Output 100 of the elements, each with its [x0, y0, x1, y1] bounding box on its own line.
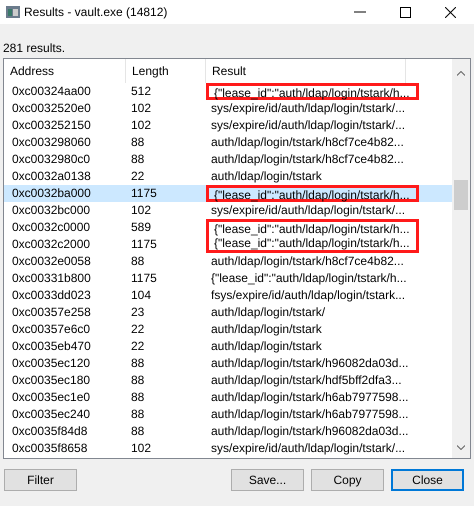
table-cell-text: 0xc003252150: [11, 117, 92, 134]
close-icon[interactable]: [445, 6, 456, 18]
table-cell-text: 0xc00357e6c0: [11, 321, 92, 338]
results-count: 281 results.: [2, 40, 66, 57]
column-header[interactable]: Length: [126, 59, 206, 83]
table-cell-text: auth/ldap/login/tstark/h96082da03d...: [210, 355, 410, 372]
table-cell-text: 0xc0035ec120: [11, 355, 92, 372]
table-cell-text: auth/ldap/login/tstark/hdf5bff2dfa3...: [210, 372, 403, 389]
dialog-button[interactable]: Copy: [311, 469, 384, 491]
highlighted-cell: {"lease_id":"auth/ldap/login/tstark/h...: [206, 185, 419, 202]
scrollbar-thumb[interactable]: [454, 180, 468, 210]
table-row[interactable]: 0xc0032c2000 1175 {"lease_id":"auth/ldap/login/tstark/h...: [4, 236, 452, 253]
table-cell-text: 0xc0035f8658: [11, 440, 88, 457]
table-row[interactable]: 0xc0032980c0 88 auth/ldap/login/tstark/h8cf7ce4b82...: [4, 151, 452, 168]
dialog-button[interactable]: Close: [391, 469, 464, 491]
table-row[interactable]: 0xc0032bc000 102 sys/expire/id/auth/ldap/login/tstark/...: [4, 202, 452, 219]
table-cell-text: 22: [130, 338, 146, 355]
table-row[interactable]: 0xc0035f84d8 88 auth/ldap/login/tstark/h96082da03d...: [4, 423, 452, 440]
table-row[interactable]: 0xc0035eb470 22 auth/ldap/login/tstark: [4, 338, 452, 355]
table-cell-text: fsys/expire/id/auth/ldap/login/tstark...: [210, 287, 406, 304]
table-row[interactable]: 0xc0035ec240 88 auth/ldap/login/tstark/h6ab7977598...: [4, 406, 452, 423]
dialog-button[interactable]: Filter: [4, 469, 77, 491]
table-cell-text: 0xc0032c0000: [11, 219, 92, 236]
table-cell-text: 0xc0035ec180: [11, 372, 92, 389]
table-cell-text: 0xc003298060: [11, 134, 92, 151]
table-cell-text: sys/expire/id/auth/ldap/login/tstark/...: [210, 202, 406, 219]
table-cell-text: 0xc0032980c0: [11, 151, 92, 168]
table-cell-text: 0xc0032e0058: [11, 253, 92, 270]
table-cell-text: auth/ldap/login/tstark/: [210, 304, 326, 321]
table-row[interactable]: 0xc0032ba000 1175 {"lease_id":"auth/ldap/login/tstark/h...: [4, 185, 452, 202]
table-cell-text: auth/ldap/login/tstark/h8cf7ce4b82...: [210, 134, 405, 151]
maximize-icon[interactable]: [400, 6, 411, 18]
scroll-up-icon[interactable]: [457, 71, 465, 76]
table-cell-text: 0xc00324aa00: [11, 83, 92, 100]
table-cell-text: 104: [130, 287, 152, 304]
table-cell-text: 1175: [130, 236, 158, 253]
table-row[interactable]: 0xc00357e258 23 auth/ldap/login/tstark/: [4, 304, 452, 321]
table-cell-text: 0xc0032a0138: [11, 168, 92, 185]
table-cell-text: 22: [130, 321, 146, 338]
table-cell-text: auth/ldap/login/tstark/h6ab7977598...: [210, 389, 410, 406]
table-row[interactable]: 0xc0035ec180 88 auth/ldap/login/tstark/hdf5bff2dfa3...: [4, 372, 452, 389]
table-row[interactable]: 0xc00324aa00 512 {"lease_id":"auth/ldap/login/tstark/h...: [4, 83, 452, 100]
table-row[interactable]: 0xc003298060 88 auth/ldap/login/tstark/h8cf7ce4b82...: [4, 134, 452, 151]
table-row[interactable]: 0xc0032a0138 22 auth/ldap/login/tstark: [4, 168, 452, 185]
scrollbar[interactable]: [452, 59, 470, 458]
table-cell-text: 102: [130, 100, 152, 117]
table-cell-text: 102: [130, 202, 152, 219]
table-row[interactable]: 0xc0035f8658 102 sys/expire/id/auth/ldap/login/tstark/...: [4, 440, 452, 457]
highlighted-cell: {"lease_id":"auth/ldap/login/tstark/h...: [206, 219, 419, 236]
table-cell-text: 1175: [130, 270, 158, 287]
table-cell-text: 88: [130, 253, 146, 270]
column-header[interactable]: Address: [4, 59, 126, 83]
table-cell-text: 0xc0035f84d8: [11, 423, 88, 440]
table-row[interactable]: 0xc0033dd023 104 fsys/expire/id/auth/ldap/login/tstark...: [4, 287, 452, 304]
window-title: Results - vault.exe (14812): [24, 4, 168, 21]
table-cell-text: 88: [130, 406, 146, 423]
table-row[interactable]: 0xc0035ec120 88 auth/ldap/login/tstark/h96082da03d...: [4, 355, 452, 372]
table-cell-text: 23: [130, 304, 146, 321]
table-row[interactable]: 0xc00357e6c0 22 auth/ldap/login/tstark: [4, 321, 452, 338]
table-cell-text: auth/ldap/login/tstark/h6ab7977598...: [210, 406, 410, 423]
table-cell-text: auth/ldap/login/tstark/h8cf7ce4b82...: [210, 151, 405, 168]
scroll-down-icon[interactable]: [457, 445, 465, 450]
highlighted-cell: {"lease_id":"auth/ldap/login/tstark/h...: [206, 236, 419, 253]
table-cell-text: 1175: [130, 185, 158, 202]
table-cell-text: 0xc0032ba000: [11, 185, 92, 202]
dialog-button[interactable]: Save...: [231, 469, 304, 491]
column-header[interactable]: Result: [206, 59, 406, 83]
table-cell-text: 0xc0032bc000: [11, 202, 92, 219]
table-cell-text: 0xc0032c2000: [11, 236, 92, 253]
window-icon: [6, 6, 20, 18]
table-cell-text: 0xc0035ec240: [11, 406, 92, 423]
table-cell-text: auth/ldap/login/tstark: [210, 168, 323, 185]
table-cell-text: 0xc00357e258: [11, 304, 92, 321]
table-cell-text: sys/expire/id/auth/ldap/login/tstark/...: [210, 100, 406, 117]
table-row[interactable]: 0xc0032e0058 88 auth/ldap/login/tstark/h8cf7ce4b82...: [4, 253, 452, 270]
table-cell-text: 88: [130, 423, 146, 440]
table-cell-text: 0xc0035eb470: [11, 338, 92, 355]
table-cell-text: auth/ldap/login/tstark/h96082da03d...: [210, 423, 410, 440]
table-row[interactable]: 0xc0032c0000 589 {"lease_id":"auth/ldap/login/tstark/h...: [4, 219, 452, 236]
table-cell-text: sys/expire/id/auth/ldap/login/tstark/...: [210, 117, 406, 134]
table-cell-text: sys/expire/id/auth/ldap/login/tstark/...: [210, 440, 406, 457]
table-cell-text: 512: [130, 83, 152, 100]
table-cell-text: 589: [130, 219, 152, 236]
table-cell-text: 0xc0032520e0: [11, 100, 92, 117]
table-row[interactable]: 0xc00331b800 1175 {"lease_id":"auth/ldap/login/tstark/h...: [4, 270, 452, 287]
table-row[interactable]: 0xc003252150 102 sys/expire/id/auth/ldap/login/tstark/...: [4, 117, 452, 134]
table-row[interactable]: 0xc0032520e0 102 sys/expire/id/auth/ldap/login/tstark/...: [4, 100, 452, 117]
table-cell-text: 88: [130, 151, 146, 168]
table-row[interactable]: 0xc0035ec1e0 88 auth/ldap/login/tstark/h6ab7977598...: [4, 389, 452, 406]
table-cell-text: {"lease_id":"auth/ldap/login/tstark/h...: [210, 270, 408, 287]
highlighted-cell: {"lease_id":"auth/ldap/login/tstark/h...: [206, 83, 419, 100]
table-cell-text: 0xc0033dd023: [11, 287, 92, 304]
table-cell-text: 102: [130, 117, 152, 134]
table-cell-text: 88: [130, 355, 146, 372]
table-cell-text: 102: [130, 440, 152, 457]
table-cell-text: 88: [130, 372, 146, 389]
table-cell-text: 22: [130, 168, 146, 185]
minimize-icon[interactable]: [354, 11, 366, 13]
table-cell-text: 0xc00331b800: [11, 270, 92, 287]
table-cell-text: auth/ldap/login/tstark: [210, 321, 323, 338]
